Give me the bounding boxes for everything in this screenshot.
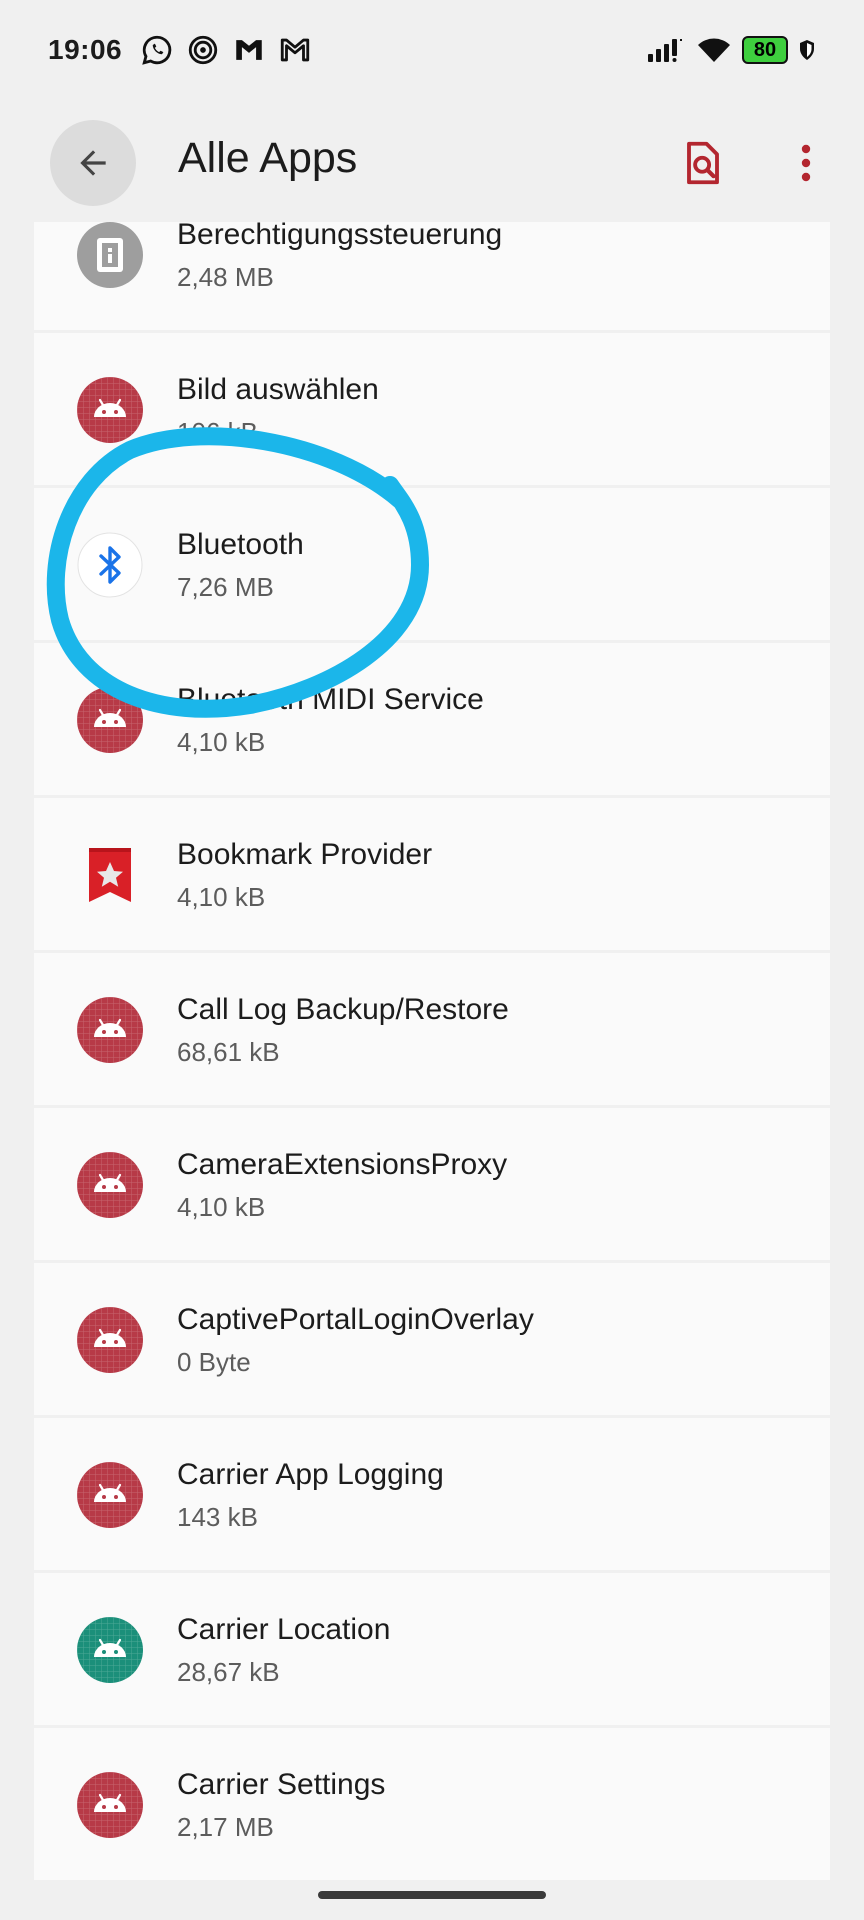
app-list-item[interactable]: Berechtigungssteuerung 2,48 MB — [34, 222, 830, 330]
app-list-item[interactable]: CaptivePortalLoginOverlay 0 Byte — [34, 1263, 830, 1415]
page-title: Alle Apps — [178, 134, 358, 182]
app-size: 68,61 kB — [177, 1037, 280, 1067]
status-bar: 19:06 80 — [0, 0, 864, 100]
app-size: 2,17 MB — [177, 1812, 274, 1842]
app-size: 4,10 kB — [177, 882, 266, 912]
android-icon — [77, 1617, 143, 1683]
app-name: Bild auswählen — [177, 373, 379, 406]
system-icons: 80 — [646, 36, 816, 64]
bluetooth-icon — [77, 532, 143, 598]
app-name: CaptivePortalLoginOverlay — [177, 1303, 534, 1336]
app-size: 106 kB — [177, 417, 258, 447]
app-list-item[interactable]: Bluetooth 7,26 MB — [34, 488, 830, 640]
back-button[interactable] — [50, 120, 136, 206]
arrow-left-icon — [80, 150, 106, 176]
app-size: 2,48 MB — [177, 262, 274, 292]
app-list[interactable]: Berechtigungssteuerung 2,48 MB Bild auswä… — [34, 222, 830, 1920]
app-list-item[interactable]: Bluetooth MIDI Service 4,10 kB — [34, 643, 830, 795]
app-name: Bluetooth MIDI Service — [177, 683, 484, 716]
more-vert-icon — [801, 144, 811, 182]
search-button[interactable] — [678, 138, 728, 188]
status-time: 19:06 — [48, 34, 123, 65]
battery-indicator: 80 — [742, 36, 788, 64]
app-size: 7,26 MB — [177, 572, 274, 602]
more-options-button[interactable] — [786, 138, 826, 188]
android-icon — [77, 1772, 143, 1838]
app-name: Carrier App Logging — [177, 1458, 444, 1491]
app-list-item[interactable]: CameraExtensionsProxy 4,10 kB — [34, 1108, 830, 1260]
permission-controller-icon — [77, 222, 143, 288]
gmail-outline-icon — [280, 38, 310, 62]
app-name: Carrier Location — [177, 1613, 391, 1646]
app-list-item[interactable]: Bild auswählen 106 kB — [34, 333, 830, 485]
shield-icon — [800, 40, 814, 60]
app-name: Carrier Settings — [177, 1768, 386, 1801]
app-list-item[interactable]: Bookmark Provider 4,10 kB — [34, 798, 830, 950]
android-icon — [77, 1462, 143, 1528]
app-list-item[interactable]: Carrier App Logging 143 kB — [34, 1418, 830, 1570]
cellular-signal-icon — [648, 39, 682, 62]
app-list-item[interactable]: Call Log Backup/Restore 68,61 kB — [34, 953, 830, 1105]
android-icon — [77, 377, 143, 443]
app-size: 143 kB — [177, 1502, 258, 1532]
app-name: Bluetooth — [177, 528, 304, 561]
wifi-icon — [698, 38, 730, 62]
bookmark-icon — [77, 842, 143, 908]
app-name: Bookmark Provider — [177, 838, 433, 871]
app-name: Call Log Backup/Restore — [177, 993, 509, 1026]
app-list-item[interactable]: Carrier Settings 2,17 MB — [34, 1728, 830, 1880]
app-size: 4,10 kB — [177, 727, 266, 757]
app-name: CameraExtensionsProxy — [177, 1148, 508, 1181]
notification-icons — [140, 33, 312, 67]
app-list-item[interactable]: Carrier Location 28,67 kB — [34, 1573, 830, 1725]
search-document-icon — [687, 141, 719, 185]
app-size: 0 Byte — [177, 1347, 251, 1377]
app-bar: Alle Apps — [0, 100, 864, 222]
whatsapp-icon — [142, 35, 172, 65]
gmail-icon — [236, 40, 262, 60]
android-icon — [77, 1307, 143, 1373]
android-icon — [77, 1152, 143, 1218]
app-size: 4,10 kB — [177, 1192, 266, 1222]
signal-icon — [188, 35, 218, 65]
android-icon — [77, 997, 143, 1063]
gesture-nav-handle[interactable] — [318, 1891, 546, 1899]
android-icon — [77, 687, 143, 753]
app-size: 28,67 kB — [177, 1657, 280, 1687]
app-name: Berechtigungssteuerung — [177, 222, 503, 251]
